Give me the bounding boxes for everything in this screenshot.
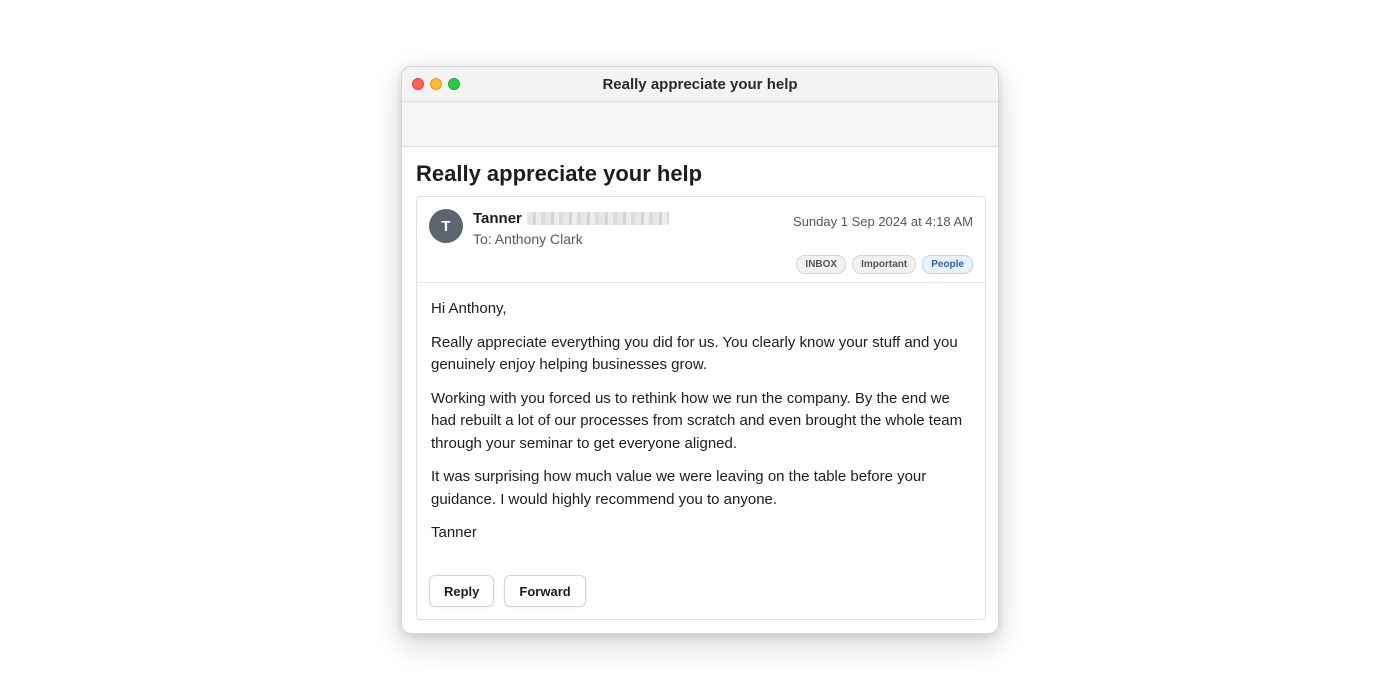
forward-button[interactable]: Forward [504, 575, 586, 607]
close-window-button[interactable] [412, 78, 424, 90]
message-body: Hi Anthony, Really appreciate everything… [417, 283, 985, 545]
body-greeting: Hi Anthony, [431, 300, 507, 317]
avatar: T [429, 209, 463, 243]
toolbar [402, 102, 998, 147]
label-people[interactable]: People [922, 255, 973, 274]
sender-name[interactable]: Tanner [473, 210, 522, 227]
recipient-line: To: Anthony Clark [473, 231, 583, 247]
sender-email-redacted [527, 212, 669, 225]
message-header: T Tanner To: Anthony Clark Sunday 1 Sep … [417, 197, 985, 283]
label-inbox[interactable]: INBOX [796, 255, 847, 274]
window-title: Really appreciate your help [602, 75, 798, 93]
message-card: T Tanner To: Anthony Clark Sunday 1 Sep … [416, 196, 986, 620]
label-important[interactable]: Important [852, 255, 917, 274]
body-paragraph: It was surprising how much value we were… [431, 468, 927, 508]
mail-window: Really appreciate your help Really appre… [401, 66, 999, 634]
body-paragraph: Really appreciate everything you did for… [431, 333, 958, 374]
window-controls [412, 78, 460, 90]
minimize-window-button[interactable] [430, 78, 442, 90]
title-bar: Really appreciate your help [402, 67, 998, 102]
reply-button[interactable]: Reply [429, 575, 495, 607]
body-signature: Tanner [431, 524, 477, 541]
message-actions: Reply Forward [429, 575, 586, 607]
label-list: INBOX Important People [796, 255, 973, 274]
email-date: Sunday 1 Sep 2024 at 4:18 AM [793, 214, 973, 229]
email-subject: Really appreciate your help [416, 161, 703, 186]
message-view: Really appreciate your help T Tanner To:… [402, 147, 998, 620]
maximize-window-button[interactable] [448, 78, 460, 90]
body-paragraph: Working with you forced us to rethink ho… [431, 389, 963, 452]
